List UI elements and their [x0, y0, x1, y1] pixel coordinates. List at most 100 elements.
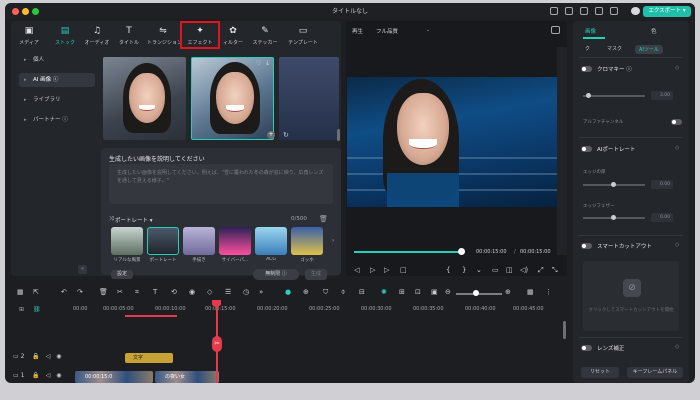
style-tile-portrait[interactable]	[147, 227, 179, 255]
add-icon[interactable]: +	[267, 131, 275, 139]
subtab-ai-tools[interactable]: AIツール	[635, 45, 663, 54]
stop-icon[interactable]: □	[400, 266, 407, 274]
crop-icon[interactable]: ⌗	[135, 288, 139, 297]
more-icon[interactable]: ⋮	[545, 288, 552, 296]
timeline-scrollbar[interactable]	[563, 321, 566, 339]
zoom-slider-knob[interactable]	[473, 290, 479, 296]
tab-audio[interactable]: ♫ オーディオ	[81, 23, 113, 47]
reset-button[interactable]: リセット	[581, 367, 619, 378]
text-icon[interactable]: T	[153, 288, 157, 296]
prev-frame-icon[interactable]: ◁	[354, 266, 359, 274]
sidebar-item-ai-image[interactable]: ▸ AI 画像 ⓘ	[19, 73, 95, 87]
scissors-icon[interactable]: ✂	[212, 336, 222, 352]
video-clip[interactable]: 00:00:15:0	[75, 371, 153, 383]
step-back-icon[interactable]: ▷	[370, 266, 375, 274]
cloud-icon[interactable]	[610, 7, 618, 15]
detach-icon[interactable]: ⊟	[359, 288, 365, 296]
download-icon[interactable]: ↓	[265, 60, 270, 67]
render-icon[interactable]: ▭	[492, 266, 499, 274]
grid-icon[interactable]: ▦	[17, 288, 24, 296]
mark-out-icon[interactable]: }	[462, 266, 466, 274]
tab-stock[interactable]: ▤ ストック	[49, 23, 81, 47]
settings-button[interactable]: 設定	[111, 270, 133, 279]
more-tools-icon[interactable]: »	[259, 288, 263, 296]
stabilize-icon[interactable]: ☰	[225, 288, 231, 296]
cut-icon[interactable]: ✂	[117, 288, 123, 296]
style-tile-cyberpunk[interactable]	[219, 227, 251, 255]
video-clip[interactable]: の夜い女	[155, 371, 219, 383]
keyframe-diamond-icon[interactable]: ◇	[675, 344, 679, 350]
eye-icon[interactable]: ◉	[56, 353, 61, 360]
undo-icon[interactable]: ↶	[61, 288, 67, 296]
chroma-toggle[interactable]	[581, 66, 592, 72]
smart-cutout-area[interactable]: ⊘ クリックしてスマートカットアウトを開始	[583, 261, 679, 331]
keyframe-icon[interactable]: ◇	[207, 288, 212, 296]
avatar[interactable]	[631, 7, 640, 15]
tab-image[interactable]: 画像	[585, 27, 596, 35]
style-tile-acg[interactable]	[255, 227, 287, 255]
style-tile-realistic[interactable]	[111, 227, 143, 255]
slider-knob[interactable]	[611, 182, 616, 187]
speed-icon[interactable]: ◷	[243, 288, 249, 296]
notification-icon[interactable]	[595, 7, 603, 15]
shuffle-icon[interactable]: ⤨	[109, 216, 113, 223]
timeline-ruler[interactable]: 00:00 00:00:05:00 00:00:10:00 00:00:15:0…	[73, 303, 567, 317]
tab-titles[interactable]: T タイトル	[113, 23, 145, 47]
tab-filters[interactable]: ✿ ィルター	[217, 23, 249, 47]
tab-templates[interactable]: ▭ テンプレート	[287, 23, 319, 47]
color-icon[interactable]: ◉	[189, 288, 195, 296]
style-dropdown[interactable]: ポートレート ▾	[115, 216, 175, 226]
tab-media[interactable]: ▣ メディア	[13, 23, 45, 47]
prompt-input[interactable]: 生成したい画像を説明してください。例えば、"雪に覆われた冬の森が窓に映り、広角レ…	[109, 164, 333, 204]
layout-grid-icon[interactable]: ▦	[527, 288, 534, 296]
alpha-toggle[interactable]	[671, 119, 682, 125]
save-icon[interactable]	[565, 7, 573, 15]
ai-effect-icon[interactable]: ✺	[381, 288, 387, 296]
tab-transitions[interactable]: ⇋ トランジション	[147, 23, 182, 47]
playback-scrubber[interactable]	[457, 248, 465, 255]
add-track-icon[interactable]: ⊞	[19, 306, 24, 313]
export-button[interactable]: エクスポート ▾	[643, 6, 691, 17]
sidebar-item-partner[interactable]: ▸ パートナー ⓘ	[19, 113, 95, 127]
mute-icon[interactable]: ◁	[46, 372, 51, 379]
slider-knob[interactable]	[611, 215, 616, 220]
style-tile-van-gogh[interactable]	[291, 227, 323, 255]
shield-icon[interactable]: ⛉	[323, 288, 328, 297]
snapshot-icon[interactable]: ▣	[431, 288, 438, 296]
mark-in-icon[interactable]: {	[446, 266, 450, 274]
text-clip[interactable]: 文字	[125, 353, 173, 363]
zoom-icon[interactable]: ⤢	[538, 266, 544, 275]
more-icon[interactable]: ⌄	[476, 266, 482, 274]
generate-button[interactable]: 生成	[305, 269, 327, 280]
chroma-slider[interactable]	[583, 95, 645, 97]
rotate-icon[interactable]: ⟲	[171, 288, 177, 296]
style-tile-hand-drawn[interactable]	[183, 227, 215, 255]
lens-correction-toggle[interactable]	[581, 345, 592, 351]
trash-icon[interactable]: 🗑	[319, 215, 328, 223]
keyframe-panel-button[interactable]: キーフレームパネル	[627, 367, 683, 378]
zoom-out-icon[interactable]: ⊖	[445, 288, 451, 296]
scrollbar[interactable]	[337, 129, 340, 141]
tab-stickers[interactable]: ✎ ステッカー	[249, 23, 281, 47]
heart-icon[interactable]: ♡	[256, 60, 261, 67]
smart-cutout-toggle[interactable]	[581, 243, 592, 249]
subtab-basic[interactable]: ク	[585, 45, 590, 52]
snapshot-icon[interactable]	[551, 26, 560, 34]
video-frame[interactable]	[347, 77, 557, 207]
snapshot-icon[interactable]: ◫	[506, 266, 513, 274]
collapse-sidebar-button[interactable]: «	[78, 265, 87, 274]
lock-icon[interactable]: 🔒	[32, 353, 39, 360]
zoom-in-icon[interactable]: ⊕	[505, 288, 511, 296]
link-icon[interactable]: ⛓	[33, 306, 41, 313]
volume-icon[interactable]: ◁)	[520, 266, 528, 274]
marker-icon[interactable]: ⊡	[415, 288, 421, 296]
sync-icon[interactable]: ⊕	[303, 288, 309, 296]
lock-icon[interactable]: 🔒	[32, 372, 39, 379]
tab-color[interactable]: 色	[651, 27, 657, 35]
mic-icon[interactable]: ⌽	[341, 288, 345, 297]
eye-icon[interactable]: ◉	[56, 372, 61, 379]
keyframe-diamond-icon[interactable]: ◇	[675, 242, 679, 248]
redo-icon[interactable]: ↷	[77, 288, 83, 296]
sidebar-item-personal[interactable]: ▸ 個人	[19, 53, 95, 67]
generated-image-thumbnail-selected[interactable]: ♡ ↓	[191, 57, 274, 140]
